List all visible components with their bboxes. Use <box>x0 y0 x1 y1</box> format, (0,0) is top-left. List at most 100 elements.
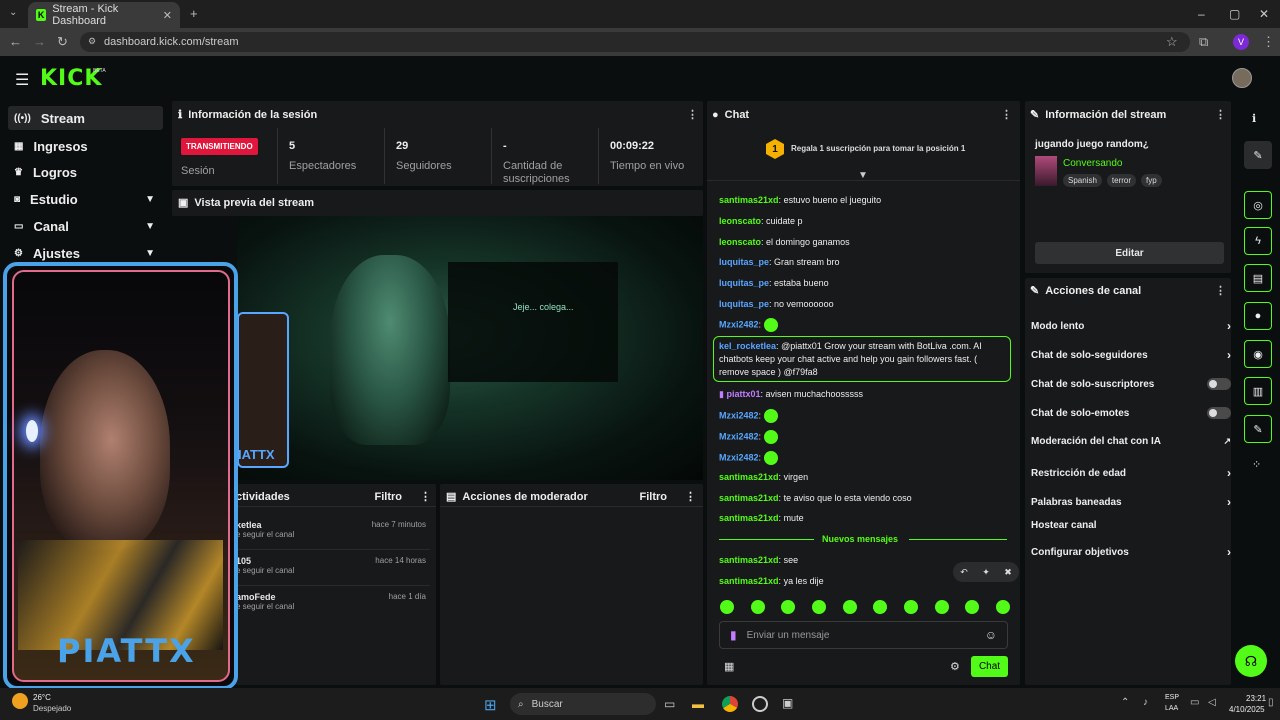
subscribers-only-toggle[interactable] <box>1207 378 1231 390</box>
camera-rail-icon[interactable]: ◎ <box>1244 191 1272 219</box>
edit-rail-icon[interactable]: ✎ <box>1244 141 1272 169</box>
back-icon[interactable]: ← <box>9 34 22 49</box>
document-rail-icon[interactable]: ▤ <box>1244 264 1272 292</box>
reply-icon[interactable]: ↶ <box>960 567 968 578</box>
emote-icon[interactable] <box>965 600 980 614</box>
wrench-icon: ✎ <box>1030 285 1040 297</box>
emote-icon[interactable] <box>811 600 826 614</box>
broadcast-rail-icon[interactable]: ◉ <box>1244 340 1272 368</box>
divider <box>491 128 492 184</box>
channel-actions-menu-icon[interactable]: ⋮ <box>1215 284 1226 297</box>
file-explorer-icon[interactable]: ▬ <box>692 697 704 711</box>
emote-icon[interactable] <box>873 600 888 614</box>
emote-icon[interactable] <box>934 600 949 614</box>
hamburger-menu-icon[interactable]: ☰ <box>15 70 29 90</box>
divider <box>236 549 430 550</box>
sidebar-item-ingresos[interactable]: ▦ Ingresos <box>8 134 163 158</box>
edit-stream-button[interactable]: Editar <box>1035 242 1224 264</box>
tab-list-icon[interactable]: ⌄ <box>9 7 17 18</box>
sidebar-item-canal[interactable]: ▭ Canal ▼ <box>8 214 163 238</box>
category-name[interactable]: Conversando <box>1063 158 1122 169</box>
activity-item: amoFede hace 1 día e seguir el canal <box>236 592 426 611</box>
layout-rail-icon[interactable]: ▥ <box>1244 377 1272 405</box>
bookmark-star-icon[interactable]: ☆ <box>1166 34 1178 50</box>
notifications-icon[interactable]: ▯ <box>1268 697 1274 708</box>
chat-message: Mzxi2482: <box>719 409 778 423</box>
moderator-menu-icon[interactable]: ⋮ <box>685 490 696 503</box>
banned-words-row[interactable]: Palabras baneadas › <box>1031 495 1231 509</box>
emotes-only-row: Chat de solo-emotes <box>1031 407 1231 419</box>
address-bar[interactable]: dashboard.kick.com/stream <box>80 32 1190 52</box>
divider <box>440 506 703 507</box>
wrench-rail-icon[interactable]: ✎ <box>1244 415 1272 443</box>
task-view-icon[interactable]: ▭ <box>664 697 675 711</box>
volume-icon[interactable]: ◁ <box>1208 697 1216 708</box>
network-icon[interactable]: ▭ <box>1190 697 1199 708</box>
wrench-icon: ✎ <box>1030 109 1040 121</box>
emote-icon[interactable] <box>720 600 734 614</box>
chat-message: santimas21xd: estuvo bueno el jueguito <box>719 195 882 205</box>
activity-filter[interactable]: Filtro <box>375 491 403 503</box>
chat-input[interactable]: ▮ Enviar un mensaje ☺ <box>719 621 1008 649</box>
browser-menu-icon[interactable]: ⋮ <box>1262 34 1275 50</box>
pin-icon[interactable]: ✦ <box>982 567 990 578</box>
app-icon[interactable]: ▣ <box>782 696 793 710</box>
ai-moderation-row[interactable]: Moderación del chat con IA ↗ <box>1031 436 1231 447</box>
clock-time[interactable]: 23:21 <box>1246 694 1266 703</box>
apps-rail-icon[interactable]: ⁘ <box>1252 458 1261 471</box>
close-tab-icon[interactable]: ✕ <box>163 9 172 22</box>
followers-label: Seguidores <box>396 160 452 172</box>
extensions-icon[interactable]: ⧉ <box>1199 34 1208 50</box>
emote-icon[interactable] <box>750 600 765 614</box>
windows-start-icon[interactable]: ⊞ <box>484 696 497 714</box>
emote-icon[interactable] <box>781 600 796 614</box>
user-avatar[interactable] <box>1232 68 1252 88</box>
chat-rail-icon[interactable]: ● <box>1244 302 1272 330</box>
emote-icon[interactable] <box>842 600 857 614</box>
sidebar-item-stream[interactable]: ((•)) Stream <box>8 106 163 130</box>
emoji-icon[interactable]: ☺ <box>985 628 997 642</box>
session-menu-icon[interactable]: ⋮ <box>687 108 698 121</box>
emotes-only-toggle[interactable] <box>1207 407 1231 419</box>
lightning-rail-icon[interactable]: ϟ <box>1244 227 1272 255</box>
emote-icon[interactable] <box>995 600 1010 614</box>
close-window-icon[interactable]: ✕ <box>1259 7 1269 21</box>
tray-expand-icon[interactable]: ⌃ <box>1121 697 1129 708</box>
slow-mode-row[interactable]: Modo lento › <box>1031 319 1231 333</box>
forward-icon[interactable]: → <box>33 34 46 49</box>
taskbar-search[interactable]: ⌕ Buscar <box>510 693 656 715</box>
browser-tab[interactable]: K Stream - Kick Dashboard ✕ <box>28 2 180 28</box>
minimize-icon[interactable]: – <box>1198 7 1205 21</box>
chrome-icon[interactable] <box>722 696 738 712</box>
preview-icon: ▣ <box>178 197 189 209</box>
mic-icon[interactable]: ▮ <box>730 628 737 642</box>
followers-only-row[interactable]: Chat de solo-seguidores › <box>1031 348 1231 362</box>
moderator-filter[interactable]: Filtro <box>640 491 668 503</box>
info-rail-icon[interactable]: ℹ <box>1252 112 1256 125</box>
chat-menu-icon[interactable]: ⋮ <box>1001 108 1012 121</box>
weather-icon[interactable] <box>12 693 28 709</box>
chat-settings-icon[interactable]: ⚙ <box>950 660 960 673</box>
reload-icon[interactable]: ↻ <box>57 34 68 50</box>
profile-avatar[interactable]: V <box>1233 34 1249 50</box>
lang-indicator[interactable]: ESP <box>1165 694 1179 701</box>
sidebar-item-estudio[interactable]: ◙ Estudio ▼ <box>8 187 163 211</box>
host-channel-row[interactable]: Hostear canal <box>1031 520 1231 531</box>
support-button[interactable]: ☊ <box>1235 645 1267 677</box>
send-chat-button[interactable]: Chat <box>971 656 1008 677</box>
new-tab-icon[interactable]: + <box>190 6 198 21</box>
set-goals-row[interactable]: Configurar objetivos › <box>1031 545 1231 559</box>
emote-icon[interactable] <box>903 600 918 614</box>
gift-subscription-text[interactable]: Regala 1 suscripción para tomar la posic… <box>791 144 965 153</box>
delete-icon[interactable]: ✖ <box>1004 567 1012 578</box>
site-info-icon[interactable]: ⚙ <box>88 36 96 47</box>
activity-menu-icon[interactable]: ⋮ <box>420 490 431 503</box>
stream-info-menu-icon[interactable]: ⋮ <box>1215 108 1226 121</box>
obs-icon[interactable] <box>752 696 768 712</box>
tag: fyp <box>1141 174 1162 187</box>
age-restriction-row[interactable]: Restricción de edad › <box>1031 466 1231 480</box>
maximize-icon[interactable]: ▢ <box>1229 7 1240 21</box>
store-icon[interactable]: ▦ <box>724 660 734 673</box>
mic-tray-icon[interactable]: ♪ <box>1143 697 1148 708</box>
sidebar-item-logros[interactable]: ♛ Logros <box>8 160 163 184</box>
